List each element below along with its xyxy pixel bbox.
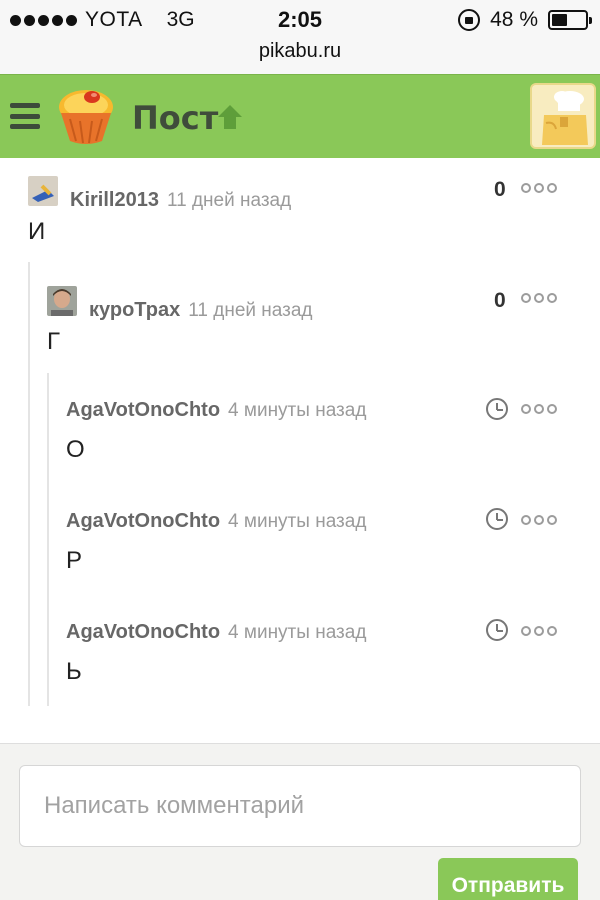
comment-author[interactable]: AgaVotOnoChto xyxy=(66,399,220,422)
comments-thread: Kirill2013 11 дней назад И 0 куроТрах 11… xyxy=(0,158,600,743)
send-button[interactable]: Отправить xyxy=(438,858,578,900)
comment-text: Р xyxy=(66,547,83,574)
comment-input[interactable] xyxy=(19,765,581,847)
pikabu-logo[interactable] xyxy=(52,85,116,149)
url-text: pikabu.ru xyxy=(258,40,342,62)
avatar[interactable] xyxy=(47,286,77,316)
comment-score: 0 xyxy=(494,289,506,312)
comment-text: И xyxy=(28,218,46,245)
comment-author[interactable]: Kirill2013 xyxy=(70,189,159,212)
comment-menu-icon[interactable] xyxy=(521,626,557,636)
arrow-up-icon[interactable] xyxy=(214,101,246,133)
comment-score: 0 xyxy=(494,178,506,201)
clock-icon xyxy=(486,398,508,420)
comment-author[interactable]: AgaVotOnoChto xyxy=(66,621,220,644)
comment-time: 4 минуты назад xyxy=(228,400,367,421)
comment-menu-icon[interactable] xyxy=(521,183,557,193)
comment-author[interactable]: куроТрах xyxy=(89,299,180,322)
battery-percent: 48 % xyxy=(490,8,538,31)
status-right: 48 % xyxy=(458,8,592,32)
comment-time: 4 минуты назад xyxy=(228,622,367,643)
comment-compose: Отправить xyxy=(0,743,600,900)
comment-header: куроТрах 11 дней назад xyxy=(47,286,567,322)
comment-text: Ь xyxy=(66,658,82,685)
thread-line-level-2 xyxy=(47,373,49,706)
comment-menu-icon[interactable] xyxy=(521,515,557,525)
menu-icon[interactable] xyxy=(10,103,40,129)
comment-time: 4 минуты назад xyxy=(228,511,367,532)
status-bar: YOTA 3G 2:05 48 % xyxy=(0,0,600,40)
avatar[interactable] xyxy=(28,176,58,206)
site-header: Пост xyxy=(0,74,600,158)
clock-icon xyxy=(486,508,508,530)
user-avatar[interactable] xyxy=(530,83,596,149)
comment-author[interactable]: AgaVotOnoChto xyxy=(66,510,220,533)
comment-time: 11 дней назад xyxy=(166,190,292,211)
comment-menu-icon[interactable] xyxy=(521,293,557,303)
comment: Kirill2013 11 дней назад И xyxy=(28,176,568,246)
comment-text: Г xyxy=(47,328,60,355)
page-title: Пост xyxy=(132,99,219,137)
comment-time: 11 дней назад xyxy=(188,300,313,321)
orientation-lock-icon xyxy=(458,9,481,31)
comment-header: Kirill2013 11 дней назад xyxy=(28,176,568,212)
comment-menu-icon[interactable] xyxy=(521,404,557,414)
battery-icon xyxy=(548,10,592,30)
comment: куроТрах 11 дней назад Г xyxy=(47,286,567,356)
comment-text: О xyxy=(66,436,85,463)
thread-line-level-1 xyxy=(28,262,30,706)
url-bar[interactable]: pikabu.ru xyxy=(0,40,600,74)
clock-icon xyxy=(486,619,508,641)
